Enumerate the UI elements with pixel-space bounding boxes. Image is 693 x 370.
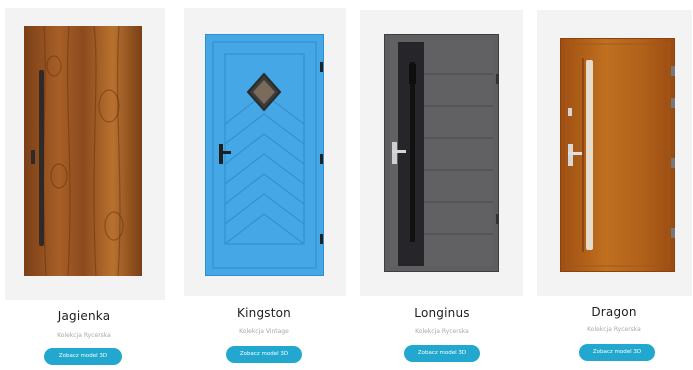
product-card-longinus[interactable]: Longinus Kolekcja Rycerska Zobacz model … — [358, 0, 526, 370]
view-3d-model-button[interactable]: Zobacz model 3D — [579, 344, 655, 361]
product-collection: Kolekcja Rycerska — [415, 328, 469, 335]
product-name[interactable]: Jagienka — [0, 309, 168, 323]
product-collection: Kolekcja Vintage — [239, 328, 289, 335]
product-collection: Kolekcja Rycerska — [57, 332, 111, 339]
product-card-dragon[interactable]: Dragon Kolekcja Rycerska Zobacz model 3D — [535, 0, 693, 370]
wood-plank-door-image[interactable] — [24, 26, 142, 276]
product-name[interactable]: Longinus — [358, 306, 526, 320]
product-card-jagienka[interactable]: Jagienka Kolekcja Rycerska Zobacz model … — [0, 0, 168, 370]
view-3d-model-button[interactable]: Zobacz model 3D — [404, 345, 480, 362]
graphite-door-image[interactable] — [384, 34, 499, 272]
blue-chevron-door-image[interactable] — [205, 34, 324, 276]
product-card-kingston[interactable]: Kingston Kolekcja Vintage Zobacz model 3… — [180, 0, 348, 370]
golden-oak-door-image[interactable] — [560, 38, 675, 272]
product-name[interactable]: Kingston — [180, 306, 348, 320]
view-3d-model-button[interactable]: Zobacz model 3D — [44, 348, 122, 365]
product-collection: Kolekcja Rycerska — [587, 326, 641, 333]
view-3d-model-button[interactable]: Zobacz model 3D — [226, 346, 302, 363]
product-name[interactable]: Dragon — [535, 305, 693, 319]
